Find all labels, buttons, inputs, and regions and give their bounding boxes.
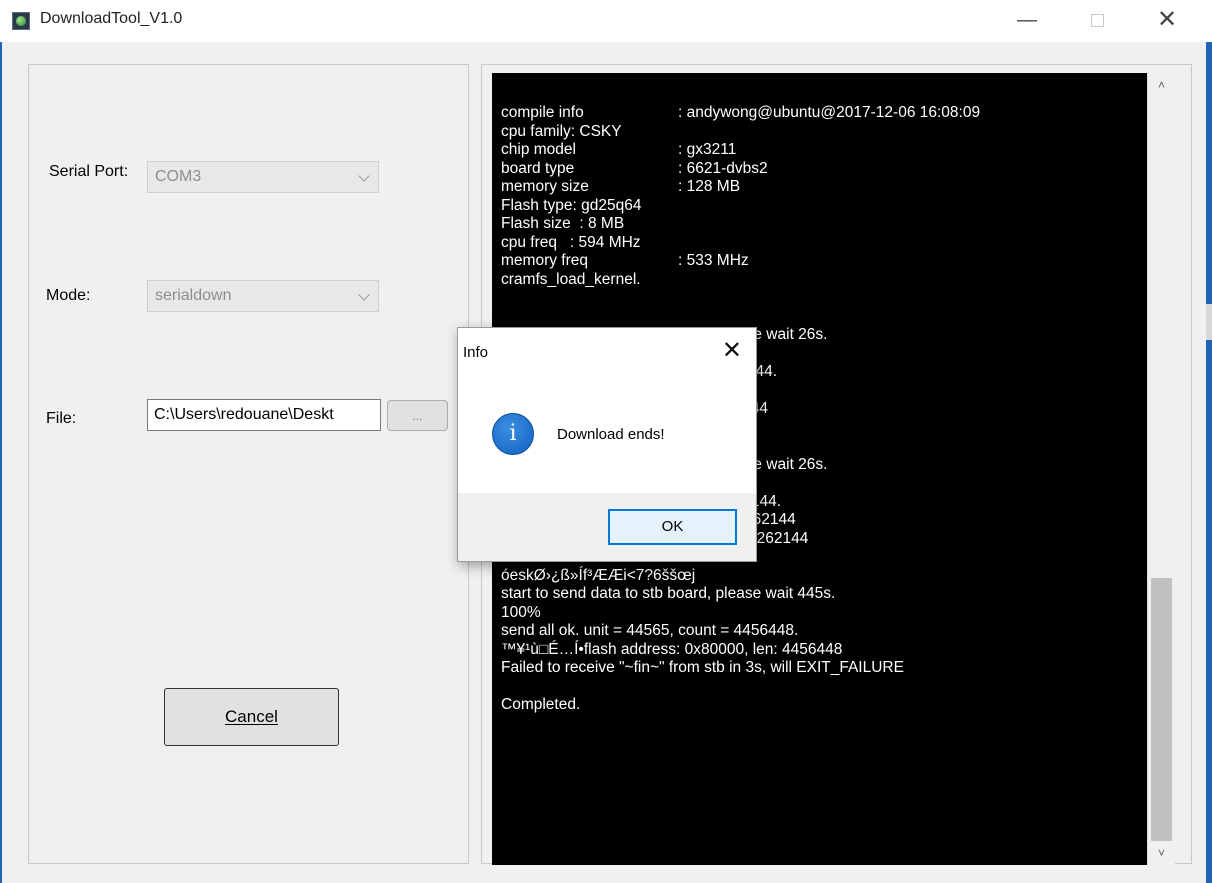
- console-line: board type : 6621-dvbs2: [501, 160, 1147, 179]
- dialog-title: Info: [463, 344, 489, 361]
- console-line: Completed.: [501, 696, 581, 713]
- desktop-edge-right: [1206, 40, 1212, 883]
- console-line: start to send data to stb board, please …: [501, 585, 836, 602]
- serial-port-label: Serial Port:: [49, 163, 129, 180]
- mode-value: serialdown: [155, 287, 232, 304]
- window-close-button[interactable]: ✕: [1144, 0, 1190, 42]
- file-path-field[interactable]: C:\Users\redouane\Deskt: [147, 399, 381, 431]
- dialog-footer: OK: [458, 493, 756, 561]
- cancel-label: Cancel: [225, 707, 278, 726]
- console-line: memory freq : 533 MHz: [501, 252, 1147, 271]
- console-line: compile info : andywong@ubuntu@2017-12-06…: [501, 104, 1147, 123]
- scroll-down-arrow-icon[interactable]: ˅: [1148, 841, 1175, 865]
- console-line: Flash size : 8 MB: [501, 215, 625, 232]
- console-line-value: : 128 MB: [678, 178, 741, 195]
- console-line: óeskØ›¿ß»Íf³ÆÆi<7?6ššœj: [501, 566, 696, 584]
- browse-button[interactable]: ...: [387, 400, 448, 431]
- desktop-edge-notch: [1206, 304, 1212, 340]
- serial-port-value: COM3: [155, 168, 202, 185]
- console-line-key: chip model: [501, 141, 576, 158]
- maximize-button: [1074, 0, 1120, 42]
- console-line-value: : 533 MHz: [678, 252, 749, 269]
- file-label: File:: [46, 410, 77, 427]
- scrollbar-thumb[interactable]: [1151, 578, 1172, 841]
- console-line-key: board type: [501, 159, 575, 177]
- console-line-key: memory size: [501, 178, 589, 195]
- window-title: DownloadTool_V1.0: [40, 10, 183, 27]
- minimize-button[interactable]: —: [1004, 0, 1050, 42]
- info-icon: i: [492, 413, 534, 455]
- console-line: 100%: [501, 603, 541, 621]
- console-line-value: : andywong@ubuntu@2017-12-06 16:08:09: [678, 104, 981, 121]
- console-line: cpu family: CSKY: [501, 122, 622, 140]
- dialog-message: Download ends!: [557, 426, 665, 443]
- console-line: ™¥¹ù□É…Í•flash address: 0x80000, len: 44…: [501, 640, 843, 658]
- maximize-icon: [1090, 14, 1104, 28]
- console-line-key: compile info: [501, 104, 584, 121]
- title-bar: DownloadTool_V1.0 — ✕: [0, 0, 1212, 42]
- console-scrollbar[interactable]: ˄ ˅: [1147, 73, 1175, 865]
- chevron-down-icon: [358, 289, 370, 301]
- console-line: send all ok. unit = 44565, count = 44564…: [501, 622, 799, 639]
- mode-label: Mode:: [46, 287, 91, 304]
- console-line-key: memory freq: [501, 252, 588, 269]
- info-dialog: Info ✕ i Download ends! OK: [457, 327, 757, 562]
- dialog-close-button[interactable]: ✕: [722, 336, 742, 365]
- desktop-edge-left: [0, 40, 2, 883]
- serial-port-select[interactable]: COM3: [147, 161, 379, 193]
- app-icon: [12, 12, 30, 30]
- scroll-up-arrow-icon[interactable]: ˄: [1148, 73, 1175, 97]
- console-line-value: : gx3211: [678, 141, 737, 158]
- cancel-button[interactable]: Cancel: [164, 688, 339, 746]
- mode-select[interactable]: serialdown: [147, 280, 379, 312]
- console-line: Flash type: gd25q64: [501, 196, 642, 214]
- chevron-down-icon: [358, 170, 370, 182]
- console-line: cramfs_load_kernel.: [501, 270, 641, 288]
- console-line-value: : 6621-dvbs2: [678, 159, 768, 177]
- console-line: chip model : gx3211: [501, 141, 1147, 160]
- console-line: cpu freq : 594 MHz: [501, 233, 641, 251]
- ok-button[interactable]: OK: [608, 509, 737, 545]
- console-line: Failed to receive "~fin~" from stb in 3s…: [501, 659, 904, 676]
- console-line: memory size : 128 MB: [501, 178, 1147, 197]
